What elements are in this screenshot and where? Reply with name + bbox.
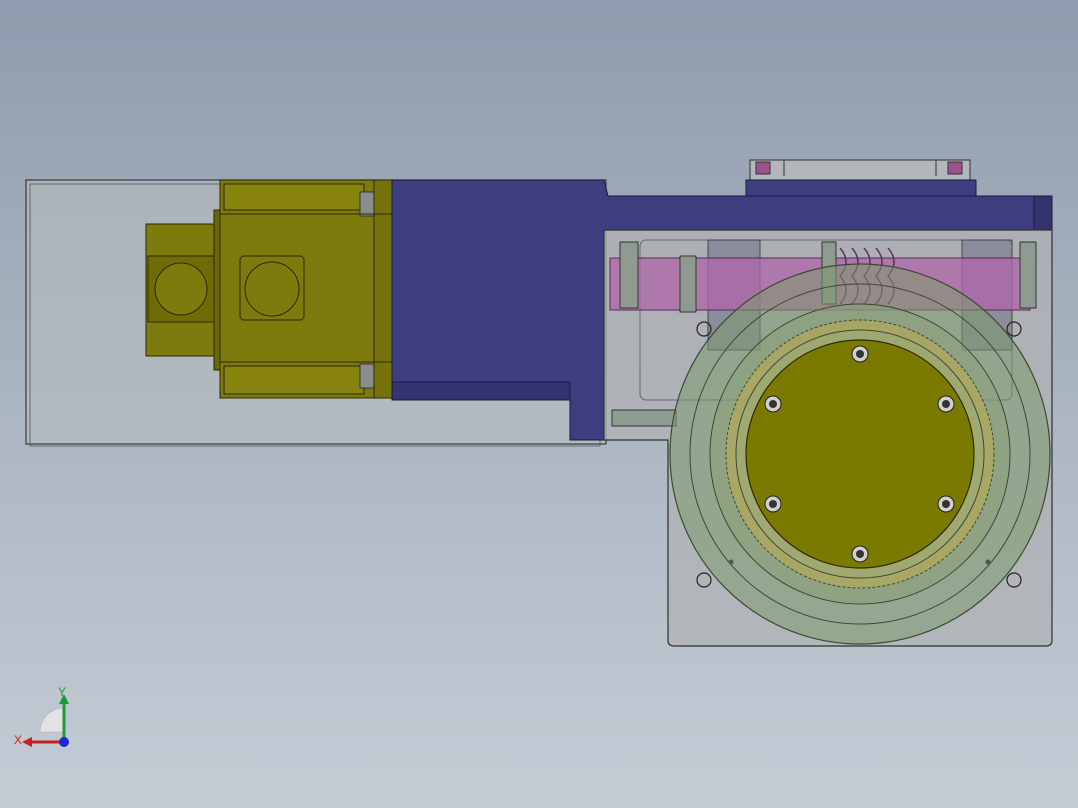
top-bracket[interactable] — [745, 159, 977, 197]
cad-viewport[interactable]: Y X — [0, 0, 1078, 808]
output-flange[interactable] — [745, 339, 975, 569]
x-axis-label: X — [14, 733, 22, 747]
z-axis-dot-icon — [59, 737, 69, 747]
y-axis-label: Y — [58, 685, 66, 699]
gearbox-model[interactable] — [0, 0, 1078, 808]
orientation-triad[interactable]: Y X — [10, 684, 80, 754]
x-axis-arrowhead-icon — [22, 737, 32, 747]
